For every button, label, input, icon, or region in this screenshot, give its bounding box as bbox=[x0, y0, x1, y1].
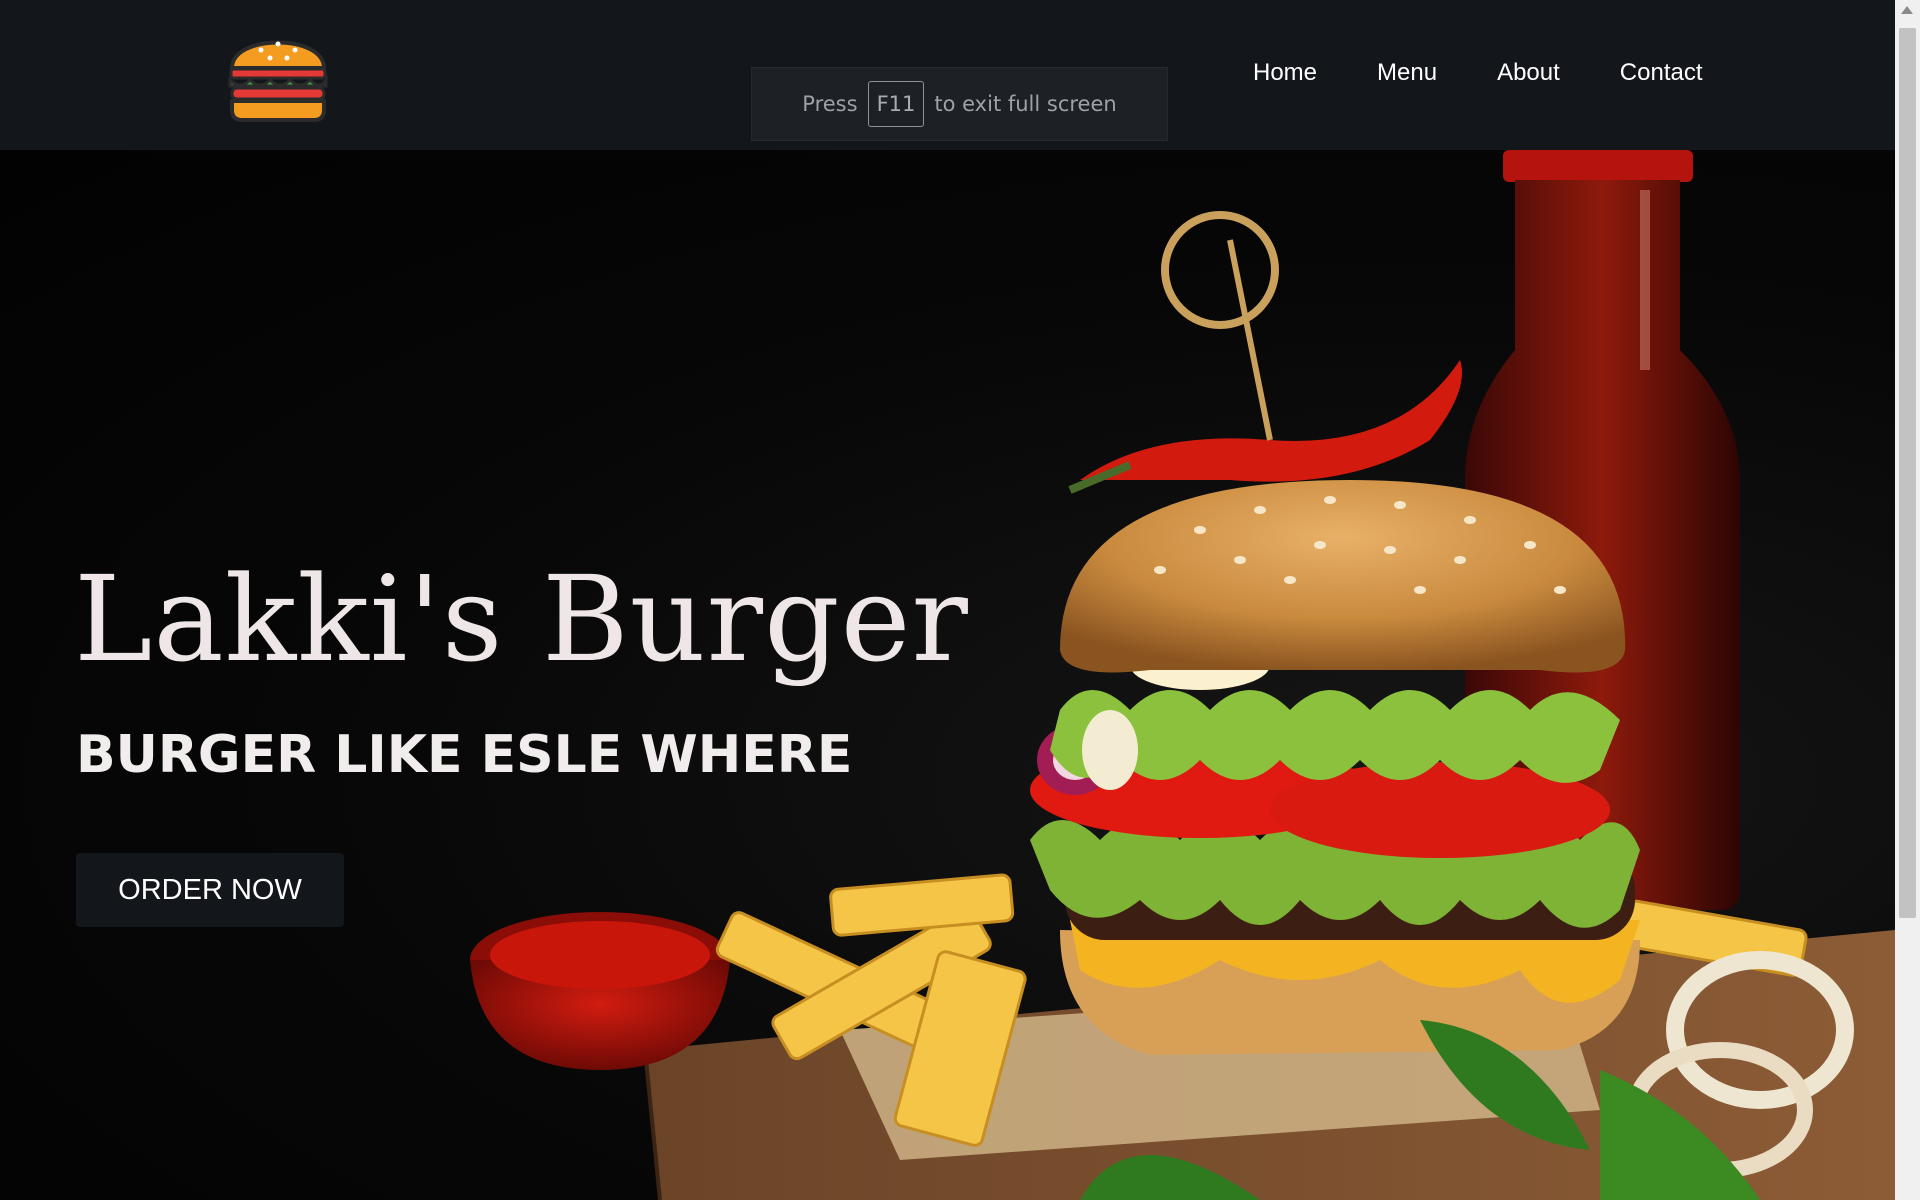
f11-key-badge: F11 bbox=[867, 81, 925, 127]
hero-section: Lakki's Burger BURGER LIKE ESLE WHERE OR… bbox=[0, 150, 1895, 1200]
burger-logo-icon[interactable] bbox=[226, 26, 330, 124]
nav-menu-link[interactable]: Menu bbox=[1377, 58, 1437, 88]
main-nav: Home Menu About Contact bbox=[1253, 58, 1703, 88]
nav-about-link[interactable]: About bbox=[1497, 58, 1560, 88]
order-now-button[interactable]: ORDER NOW bbox=[76, 853, 344, 927]
fullscreen-notice-text: to exit full screen bbox=[934, 92, 1117, 116]
nav-home-link[interactable]: Home bbox=[1253, 58, 1317, 88]
fullscreen-notice: Press F11 to exit full screen bbox=[751, 67, 1168, 141]
scrollbar-thumb[interactable] bbox=[1899, 28, 1916, 918]
hero-title: Lakki's Burger bbox=[74, 550, 969, 688]
scroll-up-arrow-icon[interactable] bbox=[1901, 6, 1913, 14]
hero-subtitle: BURGER LIKE ESLE WHERE bbox=[76, 725, 853, 785]
nav-contact-link[interactable]: Contact bbox=[1620, 58, 1703, 88]
vertical-scrollbar[interactable] bbox=[1895, 0, 1920, 1200]
fullscreen-notice-press: Press bbox=[802, 92, 858, 116]
